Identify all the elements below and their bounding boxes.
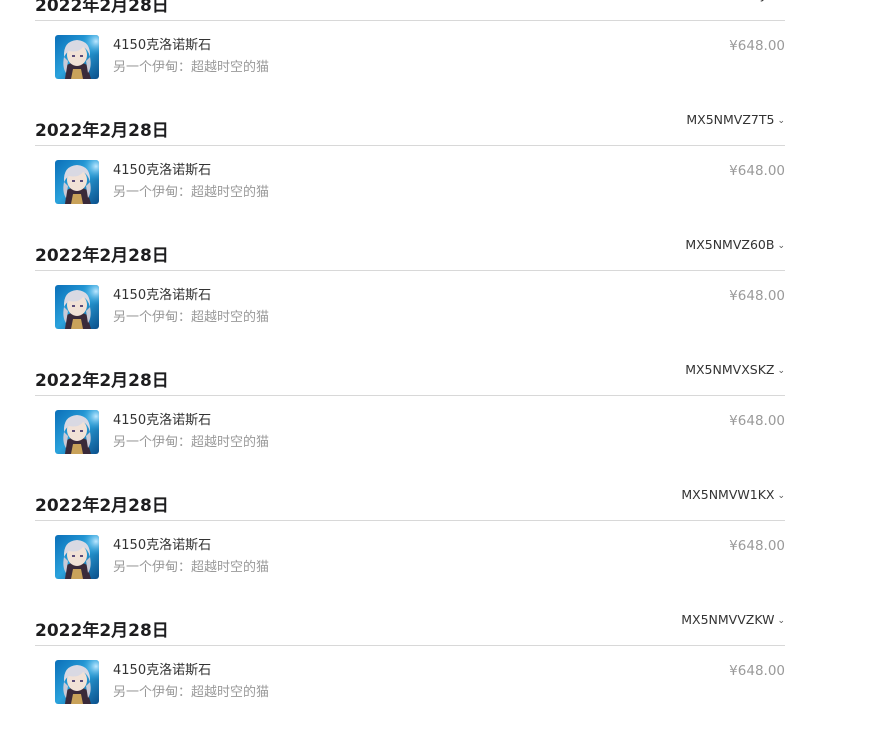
purchase-group: 2022年2月28日 MX5NMVVZKW ⌄ 4150克洛诺斯石 另一个伊甸：… (35, 612, 785, 745)
chevron-down-icon: ⌄ (777, 116, 785, 126)
order-id-toggle[interactable]: MX5NMVVZKW ⌄ (681, 612, 785, 629)
purchase-group: 2022年2月28日 MX5NMVZ60B ⌄ 4150克洛诺斯石 另一个伊甸：… (35, 237, 785, 370)
purchase-date: 2022年2月28日 (35, 0, 169, 16)
purchase-item[interactable]: 4150克洛诺斯石 另一个伊甸：超越时空的猫 ¥648.00 (55, 410, 785, 456)
divider (35, 20, 785, 21)
purchase-group: 2022年2月28日 MX5NMVZ7T5 ⌄ 4150克洛诺斯石 另一个伊甸：… (35, 112, 785, 245)
app-icon (55, 535, 99, 579)
order-id-toggle[interactable]: MX5NMVZ7T5 ⌄ (686, 112, 785, 129)
product-name: 4150克洛诺斯石 (113, 163, 212, 178)
app-name: 另一个伊甸：超越时空的猫 (113, 310, 270, 325)
order-id: MX5NMVZ60B (685, 237, 775, 252)
price: ¥648.00 (729, 663, 785, 679)
chevron-down-icon: ⌄ (777, 616, 785, 626)
order-id-toggle[interactable]: MX5NMVZ60B ⌄ (685, 237, 785, 254)
divider (35, 145, 785, 146)
purchase-group: 2022年2月28日 MX5NMVW1KX ⌄ 4150克洛诺斯石 另一个伊甸：… (35, 487, 785, 620)
order-id-toggle[interactable]: MX5NMVW1KX ⌄ (681, 487, 785, 504)
product-name: 4150克洛诺斯石 (113, 538, 212, 553)
app-icon (55, 35, 99, 79)
app-name: 另一个伊甸：超越时空的猫 (113, 560, 270, 575)
price: ¥648.00 (729, 413, 785, 429)
purchase-group: 2022年2月28日 MX5NMVZ9JN⌄ (35, 0, 785, 120)
order-id: MX5NMVVZKW (681, 612, 775, 627)
order-id: MX5NMVXSKZ (685, 362, 775, 377)
divider (35, 520, 785, 521)
app-icon (55, 160, 99, 204)
chevron-down-icon: ⌄ (777, 241, 785, 251)
order-id-toggle[interactable]: MX5NMVXSKZ ⌄ (685, 362, 785, 379)
price: ¥648.00 (729, 163, 785, 179)
chevron-down-icon: ⌄ (777, 366, 785, 376)
price: ¥648.00 (729, 38, 785, 54)
price: ¥648.00 (729, 538, 785, 554)
purchase-date: 2022年2月28日 (35, 246, 169, 266)
app-name: 另一个伊甸：超越时空的猫 (113, 685, 270, 700)
purchase-item[interactable]: 4150克洛诺斯石 另一个伊甸：超越时空的猫 ¥648.00 (55, 660, 785, 706)
divider (35, 645, 785, 646)
chevron-down-icon: ⌄ (777, 491, 785, 501)
purchase-group: 2022年2月28日 MX5NMVXSKZ ⌄ 4150克洛诺斯石 另一个伊甸：… (35, 362, 785, 495)
purchase-item[interactable]: 4150克洛诺斯石 另一个伊甸：超越时空的猫 ¥648.00 (55, 35, 785, 81)
purchase-date: 2022年2月28日 (35, 621, 169, 641)
order-id: MX5NMVZ9JN (689, 0, 775, 2)
order-id-toggle[interactable]: MX5NMVZ9JN⌄ (689, 0, 785, 4)
app-icon (55, 660, 99, 704)
chevron-down-icon: ⌄ (777, 0, 785, 4)
purchase-date: 2022年2月28日 (35, 121, 169, 141)
app-icon (55, 285, 99, 329)
app-name: 另一个伊甸：超越时空的猫 (113, 60, 270, 75)
purchase-item[interactable]: 4150克洛诺斯石 另一个伊甸：超越时空的猫 ¥648.00 (55, 285, 785, 331)
app-name: 另一个伊甸：超越时空的猫 (113, 435, 270, 450)
purchase-date: 2022年2月28日 (35, 371, 169, 391)
divider (35, 395, 785, 396)
product-name: 4150克洛诺斯石 (113, 288, 212, 303)
purchase-date: 2022年2月28日 (35, 496, 169, 516)
app-icon (55, 410, 99, 454)
order-id: MX5NMVW1KX (681, 487, 775, 502)
purchase-item[interactable]: 4150克洛诺斯石 另一个伊甸：超越时空的猫 ¥648.00 (55, 535, 785, 581)
product-name: 4150克洛诺斯石 (113, 663, 212, 678)
app-name: 另一个伊甸：超越时空的猫 (113, 185, 270, 200)
order-id: MX5NMVZ7T5 (686, 112, 775, 127)
product-name: 4150克洛诺斯石 (113, 413, 212, 428)
product-name: 4150克洛诺斯石 (113, 38, 212, 53)
price: ¥648.00 (729, 288, 785, 304)
divider (35, 270, 785, 271)
purchase-item[interactable]: 4150克洛诺斯石 另一个伊甸：超越时空的猫 ¥648.00 (55, 160, 785, 206)
